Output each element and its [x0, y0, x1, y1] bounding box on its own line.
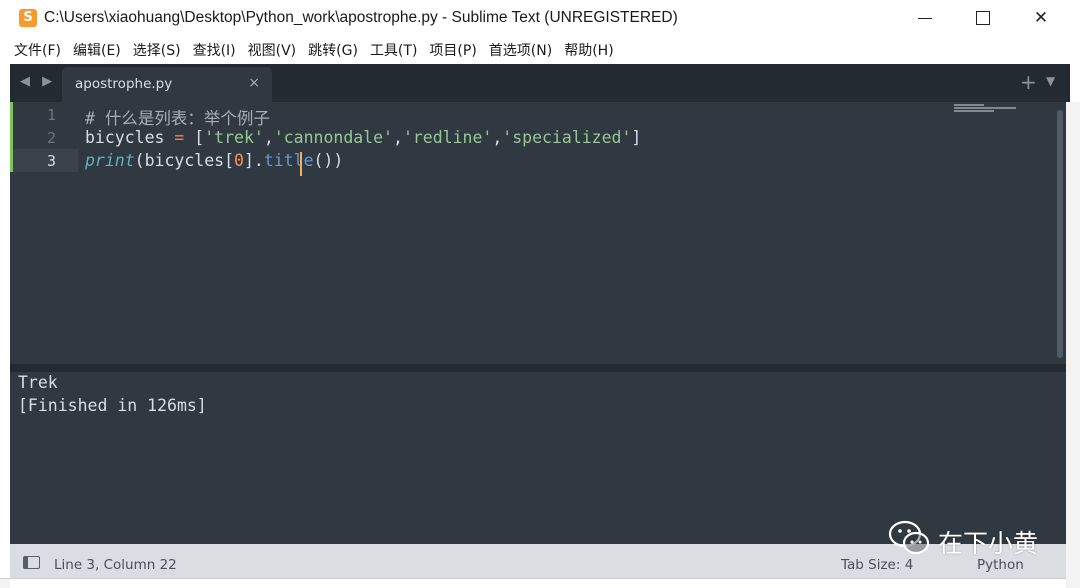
tab-close-icon[interactable]: × — [248, 75, 260, 91]
tab-bar: ◀ ▶ apostrophe.py × + ▼ — [10, 64, 1070, 102]
line-number: 1 — [46, 106, 56, 124]
minimize-icon — [918, 17, 932, 19]
text-cursor — [300, 152, 302, 176]
code-line-2: bicycles = ['trek','cannondale','redline… — [85, 128, 641, 147]
menu-selection[interactable]: 选择(S) — [133, 40, 181, 60]
code-bracket: [ — [194, 128, 205, 147]
code-comment: # 什么是列表：举个例子 — [85, 109, 270, 128]
code-line-1: # 什么是列表：举个例子 — [85, 105, 270, 129]
code-string: 'cannondale' — [273, 128, 393, 147]
code-bracket: ] — [631, 128, 642, 147]
maximize-button[interactable] — [954, 0, 1012, 36]
vertical-scrollbar[interactable] — [1057, 110, 1063, 358]
menu-find[interactable]: 查找(I) — [193, 40, 236, 60]
code-method: title — [263, 151, 314, 170]
menu-edit[interactable]: 编辑(E) — [73, 40, 121, 60]
title-bar: S C:\Users\xiaohuang\Desktop\Python_work… — [0, 0, 1080, 36]
minimap-line — [954, 107, 1016, 109]
code-function: print — [85, 151, 135, 170]
tab-label: apostrophe.py — [75, 76, 173, 92]
code-number: 0 — [234, 151, 244, 170]
line-number: 2 — [46, 129, 56, 147]
menu-bar: 文件(F) 编辑(E) 选择(S) 查找(I) 视图(V) 跳转(G) 工具(T… — [0, 36, 1080, 64]
code-string: 'redline' — [402, 128, 493, 147]
tab-size-selector[interactable]: Tab Size: 4 — [841, 557, 913, 573]
sublime-text-icon: S — [19, 9, 37, 27]
output-line: [Finished in 126ms] — [18, 396, 207, 415]
minimize-button[interactable] — [896, 0, 954, 36]
code-comma: , — [492, 128, 503, 147]
sublime-window: S C:\Users\xiaohuang\Desktop\Python_work… — [0, 0, 1080, 579]
minimap-line — [954, 104, 984, 106]
minimap-line — [954, 110, 994, 112]
code-string: 'trek' — [204, 128, 264, 147]
wechat-icon — [888, 520, 930, 555]
output-line: Trek — [18, 373, 58, 392]
maximize-icon — [976, 11, 990, 25]
code-comma: , — [263, 128, 274, 147]
minimap[interactable] — [954, 104, 1020, 116]
tab-apostrophe-py[interactable]: apostrophe.py × — [62, 67, 272, 102]
code-editor[interactable]: 1 2 3 # 什么是列表：举个例子 bicycles = ['trek','c… — [10, 102, 1070, 364]
code-line-3: print(bicycles[0].title()) — [85, 151, 343, 170]
line-number-gutter: 1 2 3 — [10, 102, 78, 364]
window-title: C:\Users\xiaohuang\Desktop\Python_work\a… — [44, 9, 678, 26]
code-text: (bicycles[ — [134, 151, 235, 170]
code-string: 'specialized' — [502, 128, 632, 147]
close-button[interactable]: ✕ — [1012, 0, 1070, 36]
panel-divider[interactable] — [10, 364, 1070, 372]
menu-tools[interactable]: 工具(T) — [370, 40, 417, 60]
toggle-panel-icon[interactable] — [23, 556, 40, 569]
code-identifier: bicycles — [85, 128, 165, 147]
menu-help[interactable]: 帮助(H) — [564, 40, 613, 60]
close-icon: ✕ — [1033, 8, 1049, 28]
new-tab-plus-icon[interactable]: + — [1020, 70, 1037, 94]
code-text: ]. — [243, 151, 264, 170]
code-text: ()) — [313, 151, 344, 170]
code-comma: , — [393, 128, 403, 147]
tab-menu-chevron-down-icon[interactable]: ▼ — [1046, 74, 1055, 88]
code-operator: = — [174, 128, 185, 147]
tab-nav-arrows-icon[interactable]: ◀ ▶ — [20, 74, 56, 89]
desktop-background-right — [1066, 102, 1080, 588]
cursor-position: Line 3, Column 22 — [54, 557, 177, 573]
watermark-text: 在下小黄 — [938, 529, 1039, 558]
menu-goto[interactable]: 跳转(G) — [308, 40, 358, 60]
menu-file[interactable]: 文件(F) — [14, 40, 61, 60]
menu-view[interactable]: 视图(V) — [248, 40, 297, 60]
menu-preferences[interactable]: 首选项(N) — [489, 40, 552, 60]
menu-project[interactable]: 项目(P) — [429, 40, 476, 60]
line-number-active: 3 — [46, 152, 56, 170]
